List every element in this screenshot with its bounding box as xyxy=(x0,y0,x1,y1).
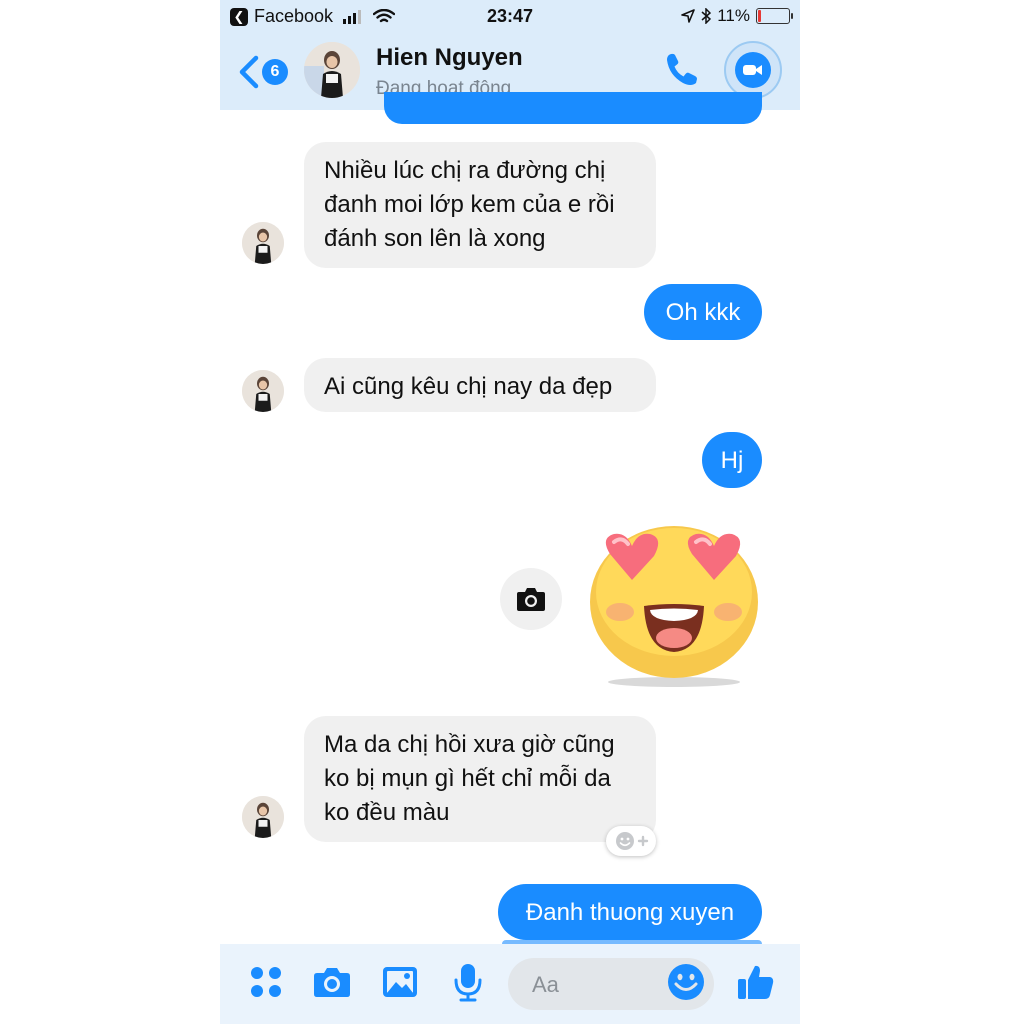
battery-icon xyxy=(756,8,793,24)
incoming-message[interactable]: Nhiều lúc chị ra đường chị đanh moi lớp … xyxy=(304,142,656,268)
outgoing-message[interactable]: Đanh thuong xuyen xyxy=(498,884,762,940)
location-icon xyxy=(681,9,696,23)
messenger-screen: ❮ Facebook 23:47 11% 6 Hien Nguyen Đang … xyxy=(220,0,800,1024)
gallery-icon[interactable] xyxy=(380,962,420,1002)
contact-avatar[interactable] xyxy=(304,42,360,98)
camera-icon xyxy=(517,588,545,611)
message-composer: Aa xyxy=(220,944,800,1024)
battery-level xyxy=(758,10,761,22)
sender-avatar[interactable] xyxy=(242,222,284,264)
battery-percent: 11% xyxy=(717,6,750,25)
status-bar: ❮ Facebook 23:47 11% xyxy=(220,0,800,34)
incoming-message[interactable]: Ma da chị hồi xưa giờ cũng ko bị mụn gì … xyxy=(304,716,656,842)
sender-avatar[interactable] xyxy=(242,370,284,412)
video-call-button[interactable] xyxy=(724,41,782,99)
message-input-placeholder: Aa xyxy=(532,972,559,997)
back-chevron-icon xyxy=(239,55,259,89)
add-reaction-icon xyxy=(616,832,649,850)
incoming-message[interactable]: Ai cũng kêu chị nay da đẹp xyxy=(304,358,656,412)
add-reaction-button[interactable] xyxy=(606,826,656,856)
status-right: 11% xyxy=(681,6,793,26)
smiley-icon[interactable] xyxy=(666,962,706,1002)
microphone-icon[interactable] xyxy=(448,962,488,1002)
heart-eyes-sticker[interactable] xyxy=(578,520,768,690)
phone-icon[interactable] xyxy=(660,48,704,92)
outgoing-message[interactable]: Oh kkk xyxy=(644,284,762,340)
thumbs-up-icon[interactable] xyxy=(736,962,776,1002)
previous-message-tail xyxy=(384,92,762,124)
bluetooth-icon xyxy=(701,8,712,24)
contact-name: Hien Nguyen xyxy=(376,44,523,71)
camera-reply-button[interactable] xyxy=(500,568,562,630)
camera-icon[interactable] xyxy=(312,962,352,1002)
outgoing-message[interactable]: Hj xyxy=(702,432,762,488)
unread-count-badge: 6 xyxy=(262,59,288,85)
video-camera-icon xyxy=(743,65,762,75)
menu-dots-icon[interactable] xyxy=(246,962,286,1002)
sender-avatar[interactable] xyxy=(242,796,284,838)
back-button[interactable]: 6 xyxy=(236,52,288,92)
